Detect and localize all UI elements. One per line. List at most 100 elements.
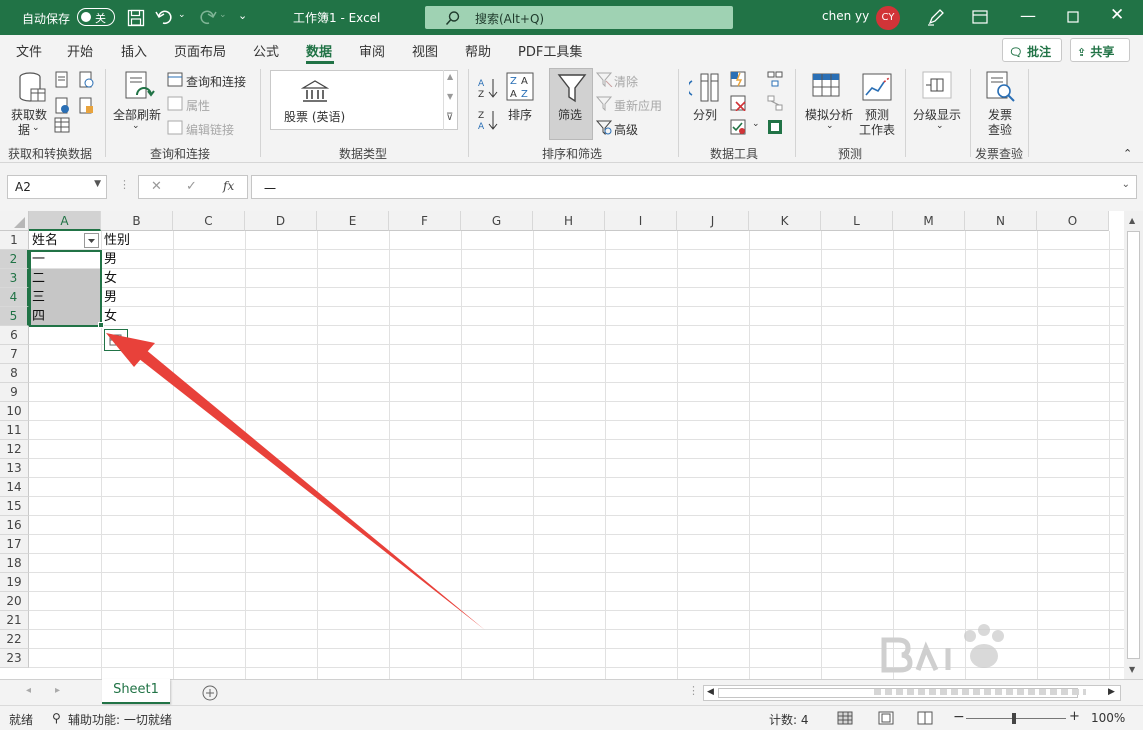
minimize-icon[interactable]: — [1020,6,1036,25]
tab-pdf-tools[interactable]: PDF工具集 [518,41,582,60]
scroll-down-icon[interactable]: ▼ [1129,665,1135,674]
tab-review[interactable]: 审阅 [359,41,385,60]
stock-data-type-label: 股票 (英语) [284,110,346,124]
accessibility-icon[interactable]: ⚲ [52,711,61,725]
avatar[interactable]: CY [876,6,900,30]
autosave-toggle[interactable]: 关 [77,8,115,26]
cancel-icon[interactable]: ✕ [151,179,162,194]
gallery-up-icon[interactable]: ▲ [447,72,453,81]
drag-handle-icon[interactable]: ⋮ [119,178,130,191]
svg-text:Z: Z [478,90,484,99]
reapply-button[interactable]: 重新应用 [614,97,662,114]
remove-duplicates-icon[interactable] [730,95,746,111]
tab-page-layout[interactable]: 页面布局 [174,41,226,60]
advanced-button[interactable]: 高级 [614,121,638,138]
add-sheet-icon[interactable] [202,685,218,701]
clear-button[interactable]: 清除 [614,73,638,90]
normal-view-icon[interactable] [837,711,853,725]
undo-dropdown-icon[interactable]: ⌄ [178,10,186,20]
edit-links-button[interactable]: 编辑链接 [186,121,234,138]
comments-button[interactable]: 🗨 批注 [1002,38,1062,62]
collapse-ribbon-icon[interactable]: ⌃ [1123,147,1132,160]
autosave-label: 自动保存 [22,12,71,26]
recent-sources-icon[interactable] [78,71,94,89]
from-web-icon[interactable] [54,97,70,115]
search-box[interactable]: 搜索(Alt+Q) [425,6,733,29]
from-table-icon[interactable] [54,117,70,133]
horizontal-scroll-thumb[interactable] [718,688,1078,698]
tab-view[interactable]: 视图 [412,41,438,60]
consolidate-icon[interactable] [767,71,783,87]
sort-button[interactable]: 排序 [508,106,532,123]
scroll-left-icon[interactable]: ◀ [707,687,714,697]
redo-icon[interactable] [195,8,217,26]
tab-file[interactable]: 文件 [16,41,42,60]
refresh-dropdown-icon[interactable]: ⌄ [132,121,140,131]
customize-qat-icon[interactable]: ⌄ [238,9,247,22]
text-to-columns-button[interactable]: 分列 [693,106,717,123]
gallery-down-icon[interactable]: ▼ [447,92,453,101]
zoom-out-icon[interactable]: − [953,709,965,725]
insert-function-icon[interactable]: fx [223,179,234,193]
scroll-right-icon[interactable]: ▶ [1108,687,1115,697]
from-text-icon[interactable] [54,71,70,89]
expand-formula-icon[interactable]: ⌄ [1122,179,1130,190]
user-name[interactable]: chen yy [822,9,869,23]
close-icon[interactable]: ✕ [1110,5,1124,25]
tab-splitter-icon[interactable]: ⋮ [688,684,699,697]
sort-za-icon[interactable]: ZA [478,109,500,131]
zoom-in-icon[interactable]: + [1069,709,1080,724]
data-types-gallery[interactable]: 股票 (英语) [270,70,458,130]
properties-button[interactable]: 属性 [186,97,210,114]
pen-icon[interactable] [927,8,945,26]
zoom-slider-thumb[interactable] [1012,713,1016,724]
existing-connections-icon[interactable] [78,97,94,115]
page-layout-view-icon[interactable] [878,711,894,725]
share-button[interactable]: ⇪ 共享 [1070,38,1130,62]
gallery-scroll[interactable]: ▲ ▼ ⊽ [443,70,458,130]
data-model-icon[interactable] [767,119,783,135]
sheet-tab-sheet1[interactable]: Sheet1 [102,679,170,704]
next-sheet-icon[interactable]: ▸ [55,685,60,696]
scroll-up-icon[interactable]: ▲ [1129,216,1135,225]
zoom-level[interactable]: 100% [1091,711,1125,725]
save-icon[interactable] [127,9,145,27]
name-box-dropdown-icon[interactable]: ▼ [94,179,101,189]
outline-dropdown-icon[interactable]: ⌄ [936,121,944,131]
tab-help[interactable]: 帮助 [465,41,491,60]
page-break-view-icon[interactable] [917,711,933,725]
flash-fill-icon[interactable] [730,71,746,87]
vertical-scrollbar[interactable]: ▲ ▼ [1124,211,1143,679]
worksheet-grid[interactable]: ABCDEFGHIJKLMNO 1 2 3 4 5 6 7 8 9 10 11 12 13 14 15 16 1… [0,211,1124,679]
get-data-dropdown-icon[interactable]: ⌄ [32,123,40,133]
maximize-icon[interactable] [1067,11,1079,23]
gallery-more-icon[interactable]: ⊽ [446,112,453,123]
invoice-check-label-2[interactable]: 查验 [988,121,1012,138]
ribbon-display-icon[interactable] [972,10,988,24]
group-separator [678,69,679,157]
what-if-dropdown-icon[interactable]: ⌄ [826,121,834,131]
share-icon: ⇪ [1077,46,1087,59]
enter-icon[interactable]: ✓ [186,179,197,194]
tab-insert[interactable]: 插入 [121,41,147,60]
queries-connections-button[interactable]: 查询和连接 [186,73,246,90]
name-box[interactable]: A2 ▼ [7,175,107,199]
get-data-label-2[interactable]: 据 [18,121,30,138]
validation-dropdown-icon[interactable]: ⌄ [752,119,760,129]
tab-formulas[interactable]: 公式 [253,41,279,60]
sort-az-icon[interactable]: AZ [478,77,500,99]
prev-sheet-icon[interactable]: ◂ [26,685,31,696]
relationships-icon[interactable] [767,95,783,111]
tab-home[interactable]: 开始 [67,41,93,60]
horizontal-scrollbar[interactable]: ◀ ▶ [703,685,1121,701]
accessibility-status[interactable]: 辅助功能: 一切就绪 [68,711,172,728]
svg-text:A: A [478,122,485,131]
undo-icon[interactable] [155,8,177,26]
forecast-sheet-label-2[interactable]: 工作表 [859,121,895,138]
formula-input[interactable]: 一 ⌄ [251,175,1137,199]
data-validation-icon[interactable] [730,119,746,135]
tab-data[interactable]: 数据 [306,41,332,60]
vertical-scroll-thumb[interactable] [1127,231,1140,659]
filter-button[interactable]: 筛选 [549,68,593,140]
zoom-slider[interactable] [966,718,1066,719]
